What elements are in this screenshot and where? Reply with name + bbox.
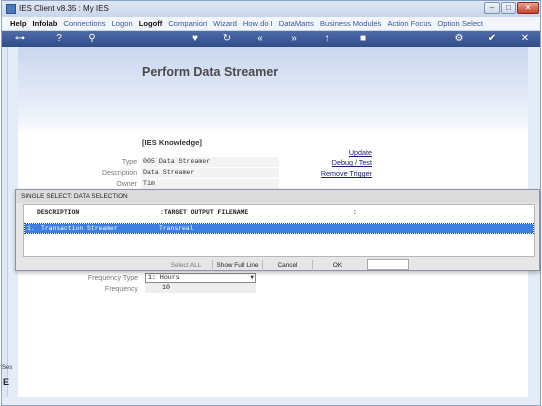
menu-logoff[interactable]: Logoff (136, 17, 166, 30)
frequency-type-value: 1: Hours (148, 274, 180, 281)
key-icon[interactable]: ⊶ (8, 32, 32, 46)
column-header-end: : (353, 209, 357, 216)
side-panel-label: Ses (2, 365, 13, 371)
data-selection-dialog: SINGLE SELECT: DATA SELECTION DESCRIPTIO… (15, 189, 540, 271)
type-field: 005 Data Streamer (141, 157, 279, 167)
toolbar: ⊶ ? ⚲ ♥ ↻ « » ↑ ■ ⚙ ✔ ✕ (2, 31, 540, 47)
frequency-field[interactable]: 10 (145, 283, 256, 293)
app-logo-icon (6, 4, 16, 14)
row-filename: Transreal (159, 225, 194, 232)
owner-label: Owner (116, 181, 137, 188)
back-icon[interactable]: « (252, 32, 268, 46)
dialog-search-input[interactable] (367, 259, 409, 270)
maximize-button[interactable]: □ (501, 2, 516, 14)
debug-test-link[interactable]: Debug / Test (282, 158, 372, 167)
settings-icon[interactable]: ⚙ (451, 32, 467, 46)
header-banner: Perform Data Streamer (18, 47, 528, 135)
app-window: IES Client v8.35 : My IES – □ ✕ Help Info… (1, 0, 541, 406)
menu-how-do-i[interactable]: How do I (240, 17, 276, 30)
help-icon[interactable]: ? (51, 32, 67, 46)
page-title: Perform Data Streamer (142, 65, 279, 79)
selection-list: DESCRIPTION :TARGET OUTPUT FILENAME : 1.… (23, 204, 535, 257)
chevron-down-icon[interactable]: ▼ (250, 274, 254, 282)
title-bar: IES Client v8.35 : My IES – □ ✕ (2, 1, 540, 17)
menu-wizard[interactable]: Wizard (210, 17, 240, 30)
frequency-type-label: Frequency Type (87, 275, 138, 282)
owner-field: Tim (141, 179, 279, 189)
row-number: 1. (27, 225, 35, 232)
cancel-button[interactable]: Cancel (262, 260, 312, 271)
menu-connections[interactable]: Connections (60, 17, 108, 30)
list-item[interactable]: 1. Transaction Streamer Transreal (24, 223, 534, 234)
menu-action-focus[interactable]: Action Focus (384, 17, 434, 30)
ok-icon[interactable]: ✔ (484, 32, 500, 46)
menu-option-select[interactable]: Option Select (434, 17, 486, 30)
refresh-icon[interactable]: ↻ (219, 32, 235, 46)
stop-icon[interactable]: ■ (355, 32, 371, 46)
type-label: Type (121, 159, 137, 166)
minimize-button[interactable]: – (484, 2, 500, 14)
e-icon[interactable]: E (3, 377, 9, 387)
knowledge-section-title: [IES Knowledge] (142, 138, 202, 147)
menu-logon[interactable]: Logon (109, 17, 136, 30)
update-link[interactable]: Update (282, 148, 372, 157)
menu-business-modules[interactable]: Business Modules (317, 17, 385, 30)
row-description: Transaction Streamer (41, 225, 118, 232)
left-side-panel: Ses E (2, 47, 12, 397)
remove-trigger-link[interactable]: Remove Trigger (282, 169, 372, 178)
list-header: DESCRIPTION :TARGET OUTPUT FILENAME : (24, 209, 534, 219)
upload-icon[interactable]: ↑ (319, 32, 335, 46)
select-all-button[interactable]: Select ALL (160, 260, 212, 271)
menu-infolab[interactable]: Infolab (29, 17, 60, 30)
menu-help[interactable]: Help (7, 17, 29, 30)
column-header-target-filename: :TARGET OUTPUT FILENAME (160, 209, 249, 216)
close-window-button[interactable]: ✕ (517, 2, 539, 14)
show-full-line-button[interactable]: Show Full Line (212, 260, 262, 271)
description-label: Description (101, 170, 137, 177)
ok-button[interactable]: OK (312, 260, 362, 271)
window-title: IES Client v8.35 : My IES (19, 4, 109, 13)
frequency-label: Frequency (104, 286, 138, 293)
menu-bar: Help Infolab Connections Logon Logoff Compani… (2, 17, 540, 31)
forward-icon[interactable]: » (286, 32, 302, 46)
search-icon[interactable]: ⚲ (84, 32, 100, 46)
favorite-icon[interactable]: ♥ (187, 32, 203, 46)
menu-datamarts[interactable]: DataMarts (276, 17, 317, 30)
description-field: Data Streamer (141, 168, 279, 178)
close-icon[interactable]: ✕ (517, 32, 533, 46)
column-header-description: DESCRIPTION (37, 209, 80, 216)
frequency-type-select[interactable]: 1: Hours ▼ (145, 273, 256, 283)
menu-companion[interactable]: Companion (165, 17, 210, 30)
dialog-title: SINGLE SELECT: DATA SELECTION (16, 190, 539, 203)
